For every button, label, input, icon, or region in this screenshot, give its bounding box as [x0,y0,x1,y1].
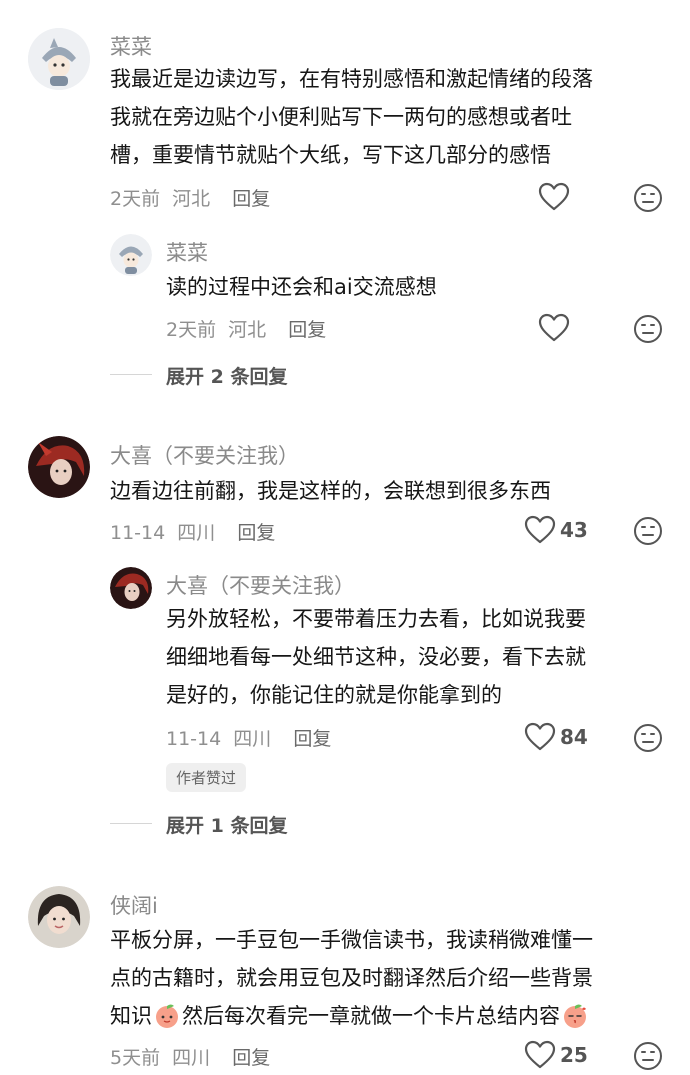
expand-replies-button[interactable]: 展开 2 条回复 [166,362,287,389]
reply-meta: 11-14 四川 回复 [166,724,331,751]
neutral-face-icon [634,1042,662,1070]
heart-outline-icon [538,182,570,211]
reply-text: 读的过程中还会和ai交流感想 [166,275,437,299]
neutral-face-icon [634,724,662,752]
avatar[interactable] [110,234,152,276]
comment-line: 平板分屏，一手豆包一手微信读书，我读稍微难懂一 [110,928,593,952]
comment-line: 我就在旁边贴个小便利贴写下一两句的感想或者吐 [110,105,572,129]
like-count: 43 [560,518,588,542]
neutral-face-icon [634,315,662,343]
reply-button[interactable]: 回复 [232,188,270,210]
comment-line-part: 然后每次看完一章就做一个卡片总结内容 [182,1004,560,1028]
comment-line-part: 知识 [110,1004,152,1028]
comment-line: 点的古籍时，就会用豆包及时翻译然后介绍一些背景 [110,966,593,990]
reply-line: 是好的，你能记住的就是你能拿到的 [166,683,502,707]
comment-meta: 11-14 四川 回复 [110,518,275,545]
comment-text: 我最近是边读边写，在有特别感悟和激起情绪的段落 我就在旁边贴个小便利贴写下一两句… [110,60,593,174]
comment-date: 5天前 [110,1047,161,1069]
reply-region: 河北 [228,319,267,341]
reply-date: 11-14 [166,728,222,750]
like-button[interactable] [538,182,570,212]
comment-region: 四川 [177,522,216,544]
heart-outline-icon [524,722,556,751]
comment-date: 11-14 [110,522,166,544]
comment-author[interactable]: 侠阔i [110,890,158,920]
reply-button[interactable]: 回复 [232,1047,270,1069]
comment-author[interactable]: 菜菜 [110,31,152,61]
comment-region: 四川 [172,1047,211,1069]
comment-author[interactable]: 大喜（不要关注我） [110,440,299,470]
expand-replies-button[interactable]: 展开 1 条回复 [166,811,287,838]
comment-region: 河北 [172,188,211,210]
reply-text: 另外放轻松，不要带着压力去看，比如说我要 细细地看每一处细节这种，没必要，看下去… [166,600,586,714]
author-liked-badge: 作者赞过 [166,763,247,792]
heart-outline-icon [524,515,556,544]
divider [110,374,152,375]
reply-button[interactable]: 回复 [293,728,331,750]
comment-date: 2天前 [110,188,161,210]
reply-line: 细细地看每一处细节这种，没必要，看下去就 [166,645,586,669]
dislike-button[interactable] [633,1041,663,1071]
heart-outline-icon [538,313,570,342]
reply-meta: 2天前 河北 回复 [166,315,326,342]
divider [110,823,152,824]
neutral-face-icon [634,184,662,212]
avatar[interactable] [110,567,152,609]
comment-line: 我最近是边读边写，在有特别感悟和激起情绪的段落 [110,67,593,91]
peach-kiss-emoji [564,1004,586,1028]
reply-author[interactable]: 大喜（不要关注我） [166,570,355,600]
avatar[interactable] [28,28,90,90]
heart-outline-icon [524,1040,556,1069]
peach-face-emoji [156,1004,178,1028]
dislike-button[interactable] [633,314,663,344]
dislike-button[interactable] [633,516,663,546]
like-count: 25 [560,1043,588,1067]
comment-meta: 5天前 四川 回复 [110,1043,270,1070]
comment-text: 边看边往前翻，我是这样的，会联想到很多东西 [110,479,551,503]
reply-button[interactable]: 回复 [288,319,326,341]
dislike-button[interactable] [633,723,663,753]
like-button[interactable]: 43 [524,515,604,547]
comment-line: 知识 然后每次看完一章就做一个卡片总结内容 [110,997,593,1035]
reply-line: 另外放轻松，不要带着压力去看，比如说我要 [166,607,586,631]
reply-date: 2天前 [166,319,217,341]
dislike-button[interactable] [633,183,663,213]
avatar[interactable] [28,436,90,498]
like-button[interactable] [538,313,570,343]
like-button[interactable]: 84 [524,722,604,754]
reply-region: 四川 [233,728,272,750]
comment-text: 平板分屏，一手豆包一手微信读书，我读稍微难懂一 点的古籍时，就会用豆包及时翻译然… [110,921,593,1035]
comment-meta: 2天前 河北 回复 [110,184,270,211]
reply-button[interactable]: 回复 [237,522,275,544]
avatar[interactable] [28,886,90,948]
neutral-face-icon [634,517,662,545]
like-count: 84 [560,725,588,749]
comment-line: 槽，重要情节就贴个大纸，写下这几部分的感悟 [110,143,551,167]
reply-author[interactable]: 菜菜 [166,237,208,267]
like-button[interactable]: 25 [524,1040,604,1072]
